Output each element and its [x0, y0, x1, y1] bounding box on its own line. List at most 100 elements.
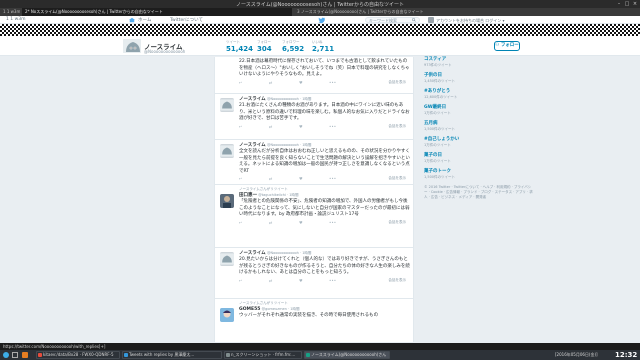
tweet-author[interactable]: ノースライム: [239, 143, 266, 148]
reply-icon[interactable]: ↩: [239, 80, 242, 85]
tweet-author[interactable]: GOME55: [239, 307, 260, 312]
show-conversation-link[interactable]: 会話を表示: [389, 220, 407, 225]
reply-icon[interactable]: ↩: [239, 176, 242, 181]
more-icon[interactable]: •••: [329, 220, 336, 225]
trend-count: 12,600件のツイート: [424, 95, 458, 99]
taskbar-task[interactable]: kitaev:/data/Bx28 · FWX0-QDNRF-5: [36, 351, 120, 359]
reply-icon[interactable]: ↩: [239, 220, 242, 225]
tweet[interactable]: ノースライム @Noooooooooooh · 1時間 20.見たいからは分けて…: [215, 248, 413, 299]
tweet-avatar[interactable]: [220, 144, 234, 158]
tweet-header: 田口恵一 @taguchikeiichi · 1時間: [239, 192, 410, 199]
retweet-icon[interactable]: ⇄: [269, 278, 272, 283]
show-conversation-link[interactable]: 会話を表示: [389, 80, 407, 85]
like-icon[interactable]: ♥: [299, 176, 303, 181]
screen-tab[interactable]: 1 1 w3m: [0, 8, 20, 16]
tweet-meta[interactable]: @gomeuzmen · 1時間: [262, 307, 300, 311]
task-label: Tweets with replies by 黒澤慶太...: [129, 352, 195, 357]
taskbar: kitaev:/data/Bx28 · FWX0-QDNRF-5 Tweets …: [0, 350, 640, 360]
trend-item[interactable]: 五月病 1,500件のツイート: [424, 121, 534, 137]
trend-item[interactable]: GW最終日 1万件のツイート: [424, 105, 534, 121]
tweet-avatar[interactable]: [220, 98, 234, 112]
maximize-icon[interactable]: □: [624, 1, 630, 7]
like-icon[interactable]: ♥: [299, 220, 303, 225]
retweet-icon[interactable]: ⇄: [269, 124, 272, 129]
stat-following[interactable]: フォロー 304: [257, 40, 285, 53]
tweet-header: GOME55 @gomeuzmen · 1時間: [239, 306, 410, 313]
stat-followers[interactable]: フォロワー 6,592: [282, 40, 310, 53]
trend-count: 1万件のツイート: [424, 143, 451, 147]
taskbar-task[interactable]: Tweets with replies by 黒澤慶太...: [122, 351, 222, 359]
tweet-avatar[interactable]: [220, 194, 234, 208]
footer-links[interactable]: © 2016 Twitter · Twitterについて · ヘルプ · 利用規…: [424, 185, 534, 200]
retweet-icon[interactable]: ⇄: [269, 176, 272, 181]
profile-avatar[interactable]: [122, 38, 142, 54]
show-conversation-link[interactable]: 会話を表示: [389, 124, 407, 129]
tweet-meta[interactable]: @Noooooooooooh · 1時間: [267, 251, 311, 255]
like-icon[interactable]: ♥: [299, 278, 303, 283]
home-icon[interactable]: [128, 17, 136, 23]
taskbar-task-active[interactable]: ノーススライム(@Noooooooooooh)さん: [304, 351, 390, 359]
tweet-author[interactable]: ノースライム: [239, 97, 266, 102]
retweet-icon[interactable]: ⇄: [269, 220, 272, 225]
tweet[interactable]: ノースライムさんがリツイート GOME55 @gomeuzmen · 1時間 ウ…: [215, 299, 413, 329]
app-icon: [306, 353, 310, 357]
tweet-actions: ↩ ⇄ ♥ ••• 会話を表示: [239, 219, 410, 226]
more-icon[interactable]: •••: [329, 80, 336, 85]
tweet-author[interactable]: 田口恵一: [239, 193, 257, 198]
screen-tab-active[interactable]: 2* Noススライム(@Noooooooosesoh)さん | Twitterか…: [22, 8, 292, 16]
taskbar-task[interactable]: n_スクリーンショット · frfm.fm:...: [224, 351, 302, 359]
follow-button[interactable]: ⚇ フォロー: [494, 41, 520, 51]
trend-item[interactable]: #自己しょうかい 1万件のツイート: [424, 137, 534, 153]
like-icon[interactable]: ♥: [299, 124, 303, 129]
tweet-author[interactable]: ノースライム: [239, 251, 266, 256]
like-icon[interactable]: ♥: [299, 80, 303, 85]
show-conversation-link[interactable]: 会話を表示: [389, 176, 407, 181]
stat-likes[interactable]: いいね 2,711: [312, 40, 340, 53]
trend-item[interactable]: 菓子のトーク 1,500件のツイート: [424, 169, 534, 185]
tweet[interactable]: 22.日本酒は幕府時代に保存されておいて、いつまでも古酒として飲まれていたものを…: [215, 57, 413, 94]
trend-item[interactable]: 菓子の日 1万件のツイート: [424, 153, 534, 169]
trend-count: 973件のツイート: [424, 63, 452, 67]
trend-count: 1,450件のツイート: [424, 79, 456, 83]
tweet-meta[interactable]: @taguchikeiichi · 1時間: [258, 193, 298, 197]
tweet-avatar[interactable]: [220, 308, 234, 322]
show-conversation-link[interactable]: 会話を表示: [389, 278, 407, 283]
trend-item[interactable]: #ありがとう 12,600件のツイート: [424, 89, 534, 105]
tweet-header: ノースライム @Noooooooooooh · 1時間: [239, 96, 410, 103]
trend-item[interactable]: コスティア 973件のツイート: [424, 57, 534, 73]
more-icon[interactable]: •••: [329, 278, 336, 283]
clock[interactable]: 12:32: [615, 350, 637, 360]
reply-icon[interactable]: ↩: [239, 124, 242, 129]
start-menu-icon[interactable]: [3, 352, 9, 358]
screen-tab[interactable]: 3 ノーススライム(@Noooooooo)さん | Twitterからの自由なツ…: [294, 8, 594, 16]
screen-tab-strip: 1 1 w3m 2* Noススライム(@Noooooooosesoh)さん | …: [0, 8, 640, 16]
desktop-icon[interactable]: [12, 352, 18, 358]
nav-tab[interactable]: 1 1 w3m: [6, 17, 26, 22]
trend-item[interactable]: 子供の日 1,450件のツイート: [424, 73, 534, 89]
more-icon[interactable]: •••: [329, 176, 336, 181]
nav-home[interactable]: ホーム: [138, 17, 151, 23]
window-titlebar: ノーススライム(@Noooooooosesoh)さん | Twitterからの自…: [0, 0, 640, 8]
retweet-icon[interactable]: ⇄: [269, 80, 272, 85]
tweet-meta[interactable]: @Noooooooooooh · 1時間: [267, 97, 311, 101]
slime-avatar-icon: [220, 99, 234, 111]
reply-icon[interactable]: ↩: [239, 278, 242, 283]
tweet-avatar[interactable]: [220, 252, 234, 266]
nav-about[interactable]: Twitterについて: [170, 17, 203, 23]
search-icon[interactable]: [412, 18, 416, 22]
tweet-text: 21.お酒にたくさんの種類のお酒があります。日本酒の中にワインに近い味のもあり、…: [239, 103, 410, 121]
status-url: https://twitter.com/Noooooooooooh/with_r…: [0, 343, 640, 350]
login-link[interactable]: アカウントをお持ちの場合 ログイン ▾: [436, 18, 505, 24]
twitter-bird-icon[interactable]: [318, 17, 326, 23]
terminal-icon[interactable]: [22, 352, 28, 358]
tweet-meta[interactable]: @Noooooooooooh · 1時間: [267, 143, 311, 147]
avatar[interactable]: [428, 17, 434, 23]
close-icon[interactable]: ×: [632, 1, 638, 7]
stat-tweets[interactable]: ツイート 51,424: [226, 40, 254, 53]
tweet[interactable]: ノースライム @Noooooooooooh · 1時間 全文を読んだが分析自体は…: [215, 140, 413, 185]
tweet[interactable]: ノースライムさんがリツイート 田口恵一 @taguchikeiichi · 1時…: [215, 185, 413, 248]
minimize-icon[interactable]: –: [616, 1, 622, 7]
tweet[interactable]: ノースライム @Noooooooooooh · 1時間 21.お酒にたくさんの種…: [215, 94, 413, 140]
trends-sidebar: コスティア 973件のツイート 子供の日 1,450件のツイート #ありがとう 12,…: [424, 57, 534, 200]
more-icon[interactable]: •••: [329, 124, 336, 129]
